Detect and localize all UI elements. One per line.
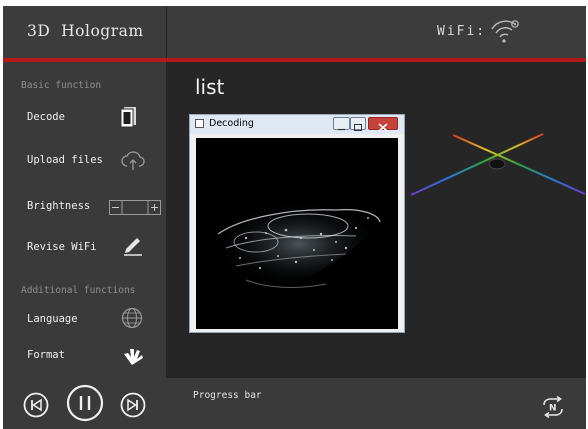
cloud-upload-icon xyxy=(121,151,145,170)
globe-icon xyxy=(121,307,143,329)
sidebar-item-label: Revise WiFi xyxy=(27,241,97,253)
pause-icon[interactable] xyxy=(66,384,104,422)
hologram-app: Basic function Decode Upload files Brigh… xyxy=(3,6,586,429)
loop-n-icon[interactable]: N xyxy=(540,396,566,418)
app-title: 3D Hologram xyxy=(27,22,144,40)
brightness-stepper[interactable] xyxy=(109,200,161,216)
document-icon xyxy=(120,107,136,128)
title-divider xyxy=(166,6,167,58)
previous-icon[interactable] xyxy=(23,392,49,418)
maximize-icon xyxy=(354,124,362,131)
sidebar-item-label: Decode xyxy=(27,111,65,123)
progress-bar-area[interactable] xyxy=(166,378,586,429)
sidebar-item-upload-files[interactable]: Upload files xyxy=(3,147,166,177)
basic-function-label: Basic function xyxy=(21,80,102,91)
wifi-icon[interactable] xyxy=(490,18,520,44)
top-bar: 3D Hologram WiFi: xyxy=(3,6,586,58)
minimize-icon xyxy=(338,128,345,131)
pencil-icon xyxy=(124,238,142,256)
accent-divider xyxy=(3,58,586,62)
sidebar-item-revise-wifi[interactable]: Revise WiFi xyxy=(3,234,166,264)
progress-bar-label: Progress bar xyxy=(193,390,262,401)
window-titlebar[interactable]: Decoding xyxy=(190,115,404,134)
sidebar-item-label: Format xyxy=(27,349,65,361)
sidebar-item-format[interactable]: Format xyxy=(3,342,166,372)
svg-text:N: N xyxy=(549,404,557,414)
sidebar-item-label: Language xyxy=(27,313,78,325)
sidebar-item-label: Brightness xyxy=(27,200,91,212)
decoding-preview xyxy=(196,138,398,329)
sidebar: Basic function Decode Upload files Brigh… xyxy=(3,6,166,429)
playback-controls xyxy=(3,378,166,429)
sidebar-item-brightness[interactable]: Brightness xyxy=(3,193,166,223)
close-button[interactable] xyxy=(368,117,398,132)
sidebar-item-label: Upload files xyxy=(27,154,103,166)
sidebar-item-language[interactable]: Language xyxy=(3,306,166,336)
close-icon xyxy=(378,123,388,132)
window-title: Decoding xyxy=(209,118,254,129)
maximize-button[interactable] xyxy=(350,117,366,131)
hologram-shoe-image xyxy=(214,200,385,288)
decoding-window[interactable]: Decoding xyxy=(189,114,405,333)
hologram-fan-icon xyxy=(410,133,586,196)
format-brush-icon xyxy=(124,349,143,365)
window-app-icon xyxy=(195,119,204,128)
additional-functions-label: Additional functions xyxy=(21,285,136,296)
wifi-label: WiFi: xyxy=(437,24,487,39)
minimize-button[interactable] xyxy=(333,117,350,131)
next-icon[interactable] xyxy=(120,392,146,418)
sidebar-item-decode[interactable]: Decode xyxy=(3,104,166,134)
list-title: list xyxy=(195,75,225,99)
